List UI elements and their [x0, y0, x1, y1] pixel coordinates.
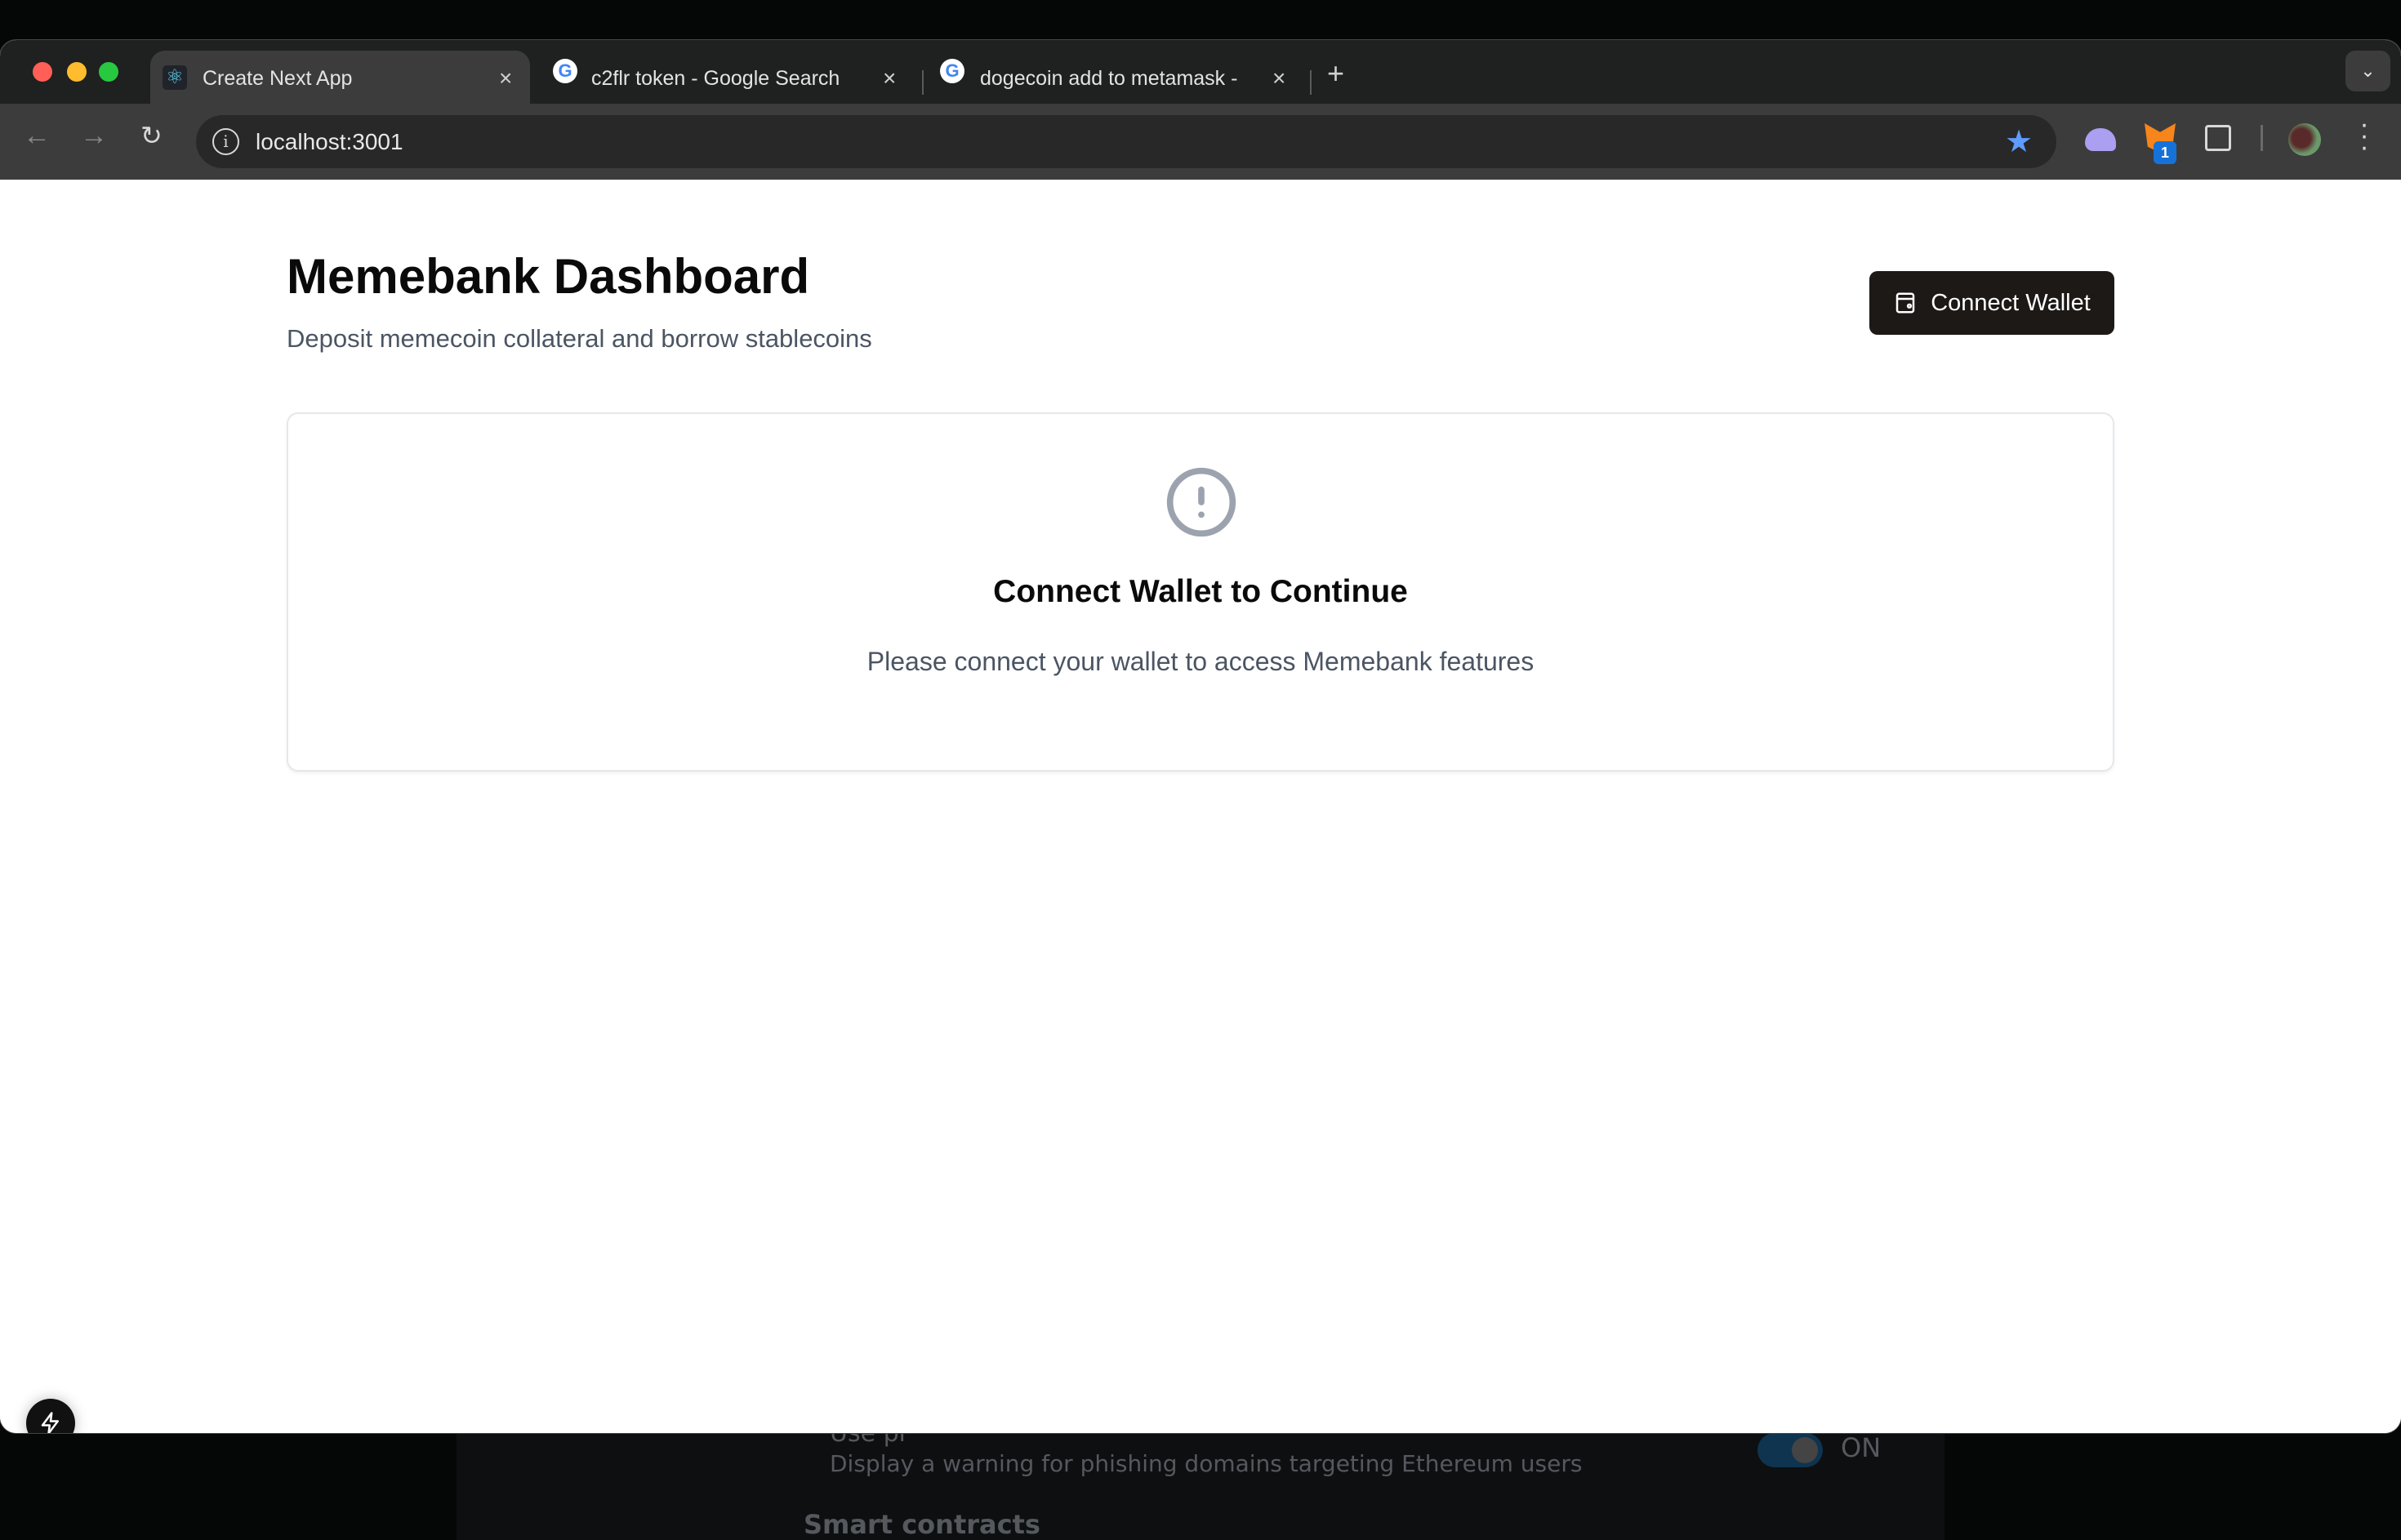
back-button[interactable]: ←: [23, 120, 51, 152]
google-icon: G: [553, 59, 577, 83]
address-bar[interactable]: i localhost:3001 ★: [196, 115, 2056, 168]
tab-title: dogecoin add to metamask -: [980, 67, 1238, 90]
lightning-icon: [41, 1412, 59, 1433]
wallet-icon: [1895, 292, 1915, 314]
profile-avatar[interactable]: [2288, 123, 2321, 156]
url-text[interactable]: localhost:3001: [256, 129, 403, 155]
tab-close-icon[interactable]: ×: [883, 67, 896, 90]
browser-window: ⚛ Create Next App × G c2flr token - Goog…: [0, 40, 2401, 1433]
tab-search-dropdown-button[interactable]: ⌄: [2345, 51, 2390, 91]
tab-separator: [1310, 70, 1312, 95]
browser-menu-icon[interactable]: · · ·: [2359, 110, 2370, 161]
phantom-extension-icon[interactable]: [2085, 128, 2116, 151]
tab-google-search[interactable]: G c2flr token - Google Search ×: [539, 51, 915, 104]
extensions-puzzle-icon[interactable]: [2205, 125, 2231, 151]
tab-bar: ⚛ Create Next App × G c2flr token - Goog…: [0, 40, 2401, 104]
background-setting-description: Display a warning for phishing domains t…: [830, 1450, 1583, 1477]
page-content: Memebank Dashboard Deposit memecoin coll…: [0, 180, 2401, 1433]
background-toggle: [1757, 1433, 1823, 1467]
tab-close-icon[interactable]: ×: [499, 67, 512, 90]
react-icon: ⚛: [163, 65, 187, 90]
site-info-icon[interactable]: i: [212, 128, 239, 155]
tab-dogecoin-search[interactable]: G dogecoin add to metamask - ×: [931, 51, 1307, 104]
bookmark-star-icon[interactable]: ★: [2005, 123, 2033, 160]
new-tab-button[interactable]: +: [1327, 59, 1344, 88]
page-subtitle: Deposit memecoin collateral and borrow s…: [287, 324, 872, 353]
reload-button[interactable]: ↻: [140, 120, 163, 151]
tab-title: Create Next App: [203, 67, 353, 90]
close-window-button[interactable]: [33, 62, 52, 82]
forward-button[interactable]: →: [80, 120, 108, 152]
card-text: Please connect your wallet to access Mem…: [866, 647, 1535, 676]
page-title: Memebank Dashboard: [287, 249, 810, 304]
maximize-window-button[interactable]: [99, 62, 118, 82]
tab-create-next-app[interactable]: ⚛ Create Next App ×: [150, 51, 530, 104]
browser-toolbar: ← → ↻ i localhost:3001 ★ 1 · · ·: [0, 104, 2401, 180]
toolbar-separator: [2261, 125, 2263, 151]
background-section-title: Smart contracts: [804, 1509, 1040, 1540]
tab-title: c2flr token - Google Search: [591, 67, 840, 90]
alert-circle-icon: [1166, 467, 1236, 537]
tab-close-icon[interactable]: ×: [1272, 67, 1285, 90]
nextjs-devtools-button[interactable]: [26, 1399, 75, 1433]
card-title: Connect Wallet to Continue: [993, 574, 1408, 609]
tab-separator: [922, 70, 924, 95]
google-icon: G: [940, 59, 964, 83]
connect-wallet-button[interactable]: Connect Wallet: [1869, 271, 2114, 335]
extension-badge: 1: [2154, 141, 2176, 164]
connect-wallet-label: Connect Wallet: [1931, 289, 2091, 316]
minimize-window-button[interactable]: [67, 62, 87, 82]
background-toggle-label: ON: [1841, 1432, 1882, 1463]
connect-wallet-card: Connect Wallet to Continue Please connec…: [287, 412, 2114, 772]
